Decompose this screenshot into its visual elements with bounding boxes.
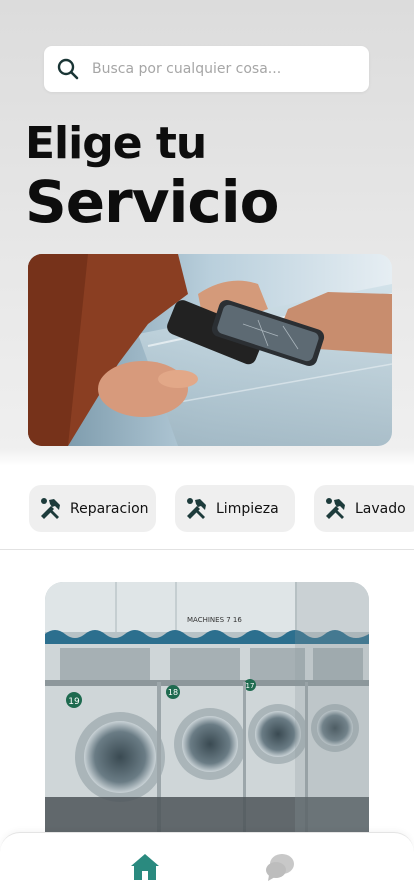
category-panel: Reparacion Limpieza Lavado xyxy=(0,465,414,550)
title-line-1: Elige tu xyxy=(25,118,207,169)
category-limpieza[interactable]: Limpieza xyxy=(175,485,295,532)
phone-repair-photo xyxy=(28,254,392,446)
service-card-image[interactable]: MACHINES 7 16 19 18 17 xyxy=(45,582,369,852)
machine-number: 18 xyxy=(168,688,178,697)
tools-icon xyxy=(323,496,349,522)
bottom-nav xyxy=(0,832,414,896)
home-icon xyxy=(131,854,159,880)
page-title: Elige tu Servicio xyxy=(25,116,280,236)
hero-image[interactable] xyxy=(28,254,392,446)
machine-number: 17 xyxy=(246,682,255,690)
category-reparacion[interactable]: Reparacion xyxy=(29,485,156,532)
tools-icon xyxy=(38,496,64,522)
nav-chat[interactable] xyxy=(262,849,298,885)
category-lavado[interactable]: Lavado xyxy=(314,485,414,532)
tools-icon xyxy=(184,496,210,522)
category-label: Limpieza xyxy=(216,500,279,517)
chat-icon xyxy=(266,854,294,881)
machine-number: 19 xyxy=(68,697,80,707)
category-label: Lavado xyxy=(355,500,406,517)
machines-sign: MACHINES 7 16 xyxy=(187,616,242,624)
title-line-2: Servicio xyxy=(25,168,280,236)
nav-home[interactable] xyxy=(127,849,163,885)
laundromat-washers-photo: MACHINES 7 16 19 18 17 xyxy=(45,582,369,852)
search-icon xyxy=(44,58,92,80)
search-bar[interactable] xyxy=(44,46,369,92)
category-label: Reparacion xyxy=(70,500,149,517)
search-input[interactable] xyxy=(92,61,352,77)
